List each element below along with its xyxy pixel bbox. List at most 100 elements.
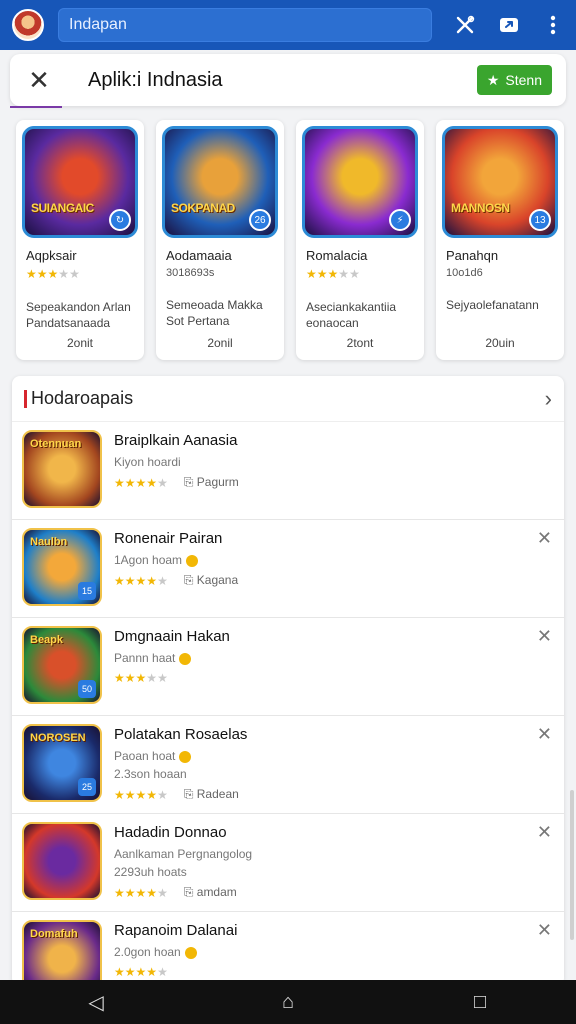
icon-badge: 25 [78, 778, 96, 796]
app-name: Dmgnaain Hakan [114, 628, 230, 645]
app-subtitle: 3018693s [166, 267, 215, 279]
tag-icon: ⎘ [183, 573, 197, 587]
app-list-panel: Hodaroapais › Otennuan Braiplkain Aanasia… [12, 376, 564, 986]
app-subtitle: 10o1d6 [446, 267, 483, 279]
app-meta-label: Pagurm [196, 475, 239, 489]
rating-stars: ★★★★★ [306, 267, 360, 281]
app-description: Sepeakandon Arlan Pandatsanaada [26, 300, 131, 330]
app-subtitle: 1Agon hoam [114, 553, 183, 567]
app-meta-label: amdam [196, 885, 237, 899]
open-button[interactable]: ★ Stenn [476, 65, 552, 95]
app-badge: 26 [249, 209, 271, 231]
app-name: Polatakan Rosaelas [114, 726, 248, 743]
featured-cards: SUIANGAIC ↻ Aqpksair ★★★★★ Sepeakandon Arlan… [16, 120, 564, 360]
app-subtitle: Paoan hoat [114, 749, 176, 763]
featured-card[interactable]: SUIANGAIC ↻ Aqpksair ★★★★★ Sepeakandon Arlan… [16, 120, 144, 360]
dismiss-icon[interactable]: ✕ [537, 528, 552, 549]
featured-card[interactable]: ⚡ Romalacia ★★★★★ Aseciankakantiia eonaocan… [296, 120, 424, 360]
dismiss-icon[interactable]: ✕ [537, 626, 552, 647]
app-artwork[interactable]: MANNOSN 13 [442, 126, 558, 238]
list-item[interactable]: Otennuan Braiplkain Aanasia Kiyon hoardi ★★… [12, 422, 564, 520]
dialog-header: ✕ Aplik:i Indnasia ★ Stenn [10, 54, 566, 108]
app-name: Aqpksair [26, 248, 77, 263]
icon-badge: 50 [78, 680, 96, 698]
artwork-title: SUIANGAIC [31, 201, 94, 215]
app-icon[interactable]: Domafuh [22, 920, 102, 986]
tools-icon[interactable] [454, 14, 476, 36]
app-meta-label: Radean [196, 787, 239, 801]
system-nav-bar: ◁ ⌂ □ [0, 980, 576, 1024]
rating-stars: ★★★★★ [114, 671, 168, 685]
back-icon[interactable]: ◁ [76, 990, 116, 1015]
app-name: Romalacia [306, 248, 368, 263]
more-vert-icon[interactable] [542, 14, 564, 36]
app-name: Aodamaaia [166, 248, 232, 263]
icon-badge: 15 [78, 582, 96, 600]
coin-icon [179, 652, 192, 665]
app-description: Semeoada Makka Sot Pertana [166, 298, 263, 328]
tag-icon: ⎘ [183, 787, 197, 801]
rating-stars: ★★★★★ [26, 267, 80, 281]
star-icon: ★ [486, 71, 500, 88]
tag-icon: ⎘ [183, 885, 197, 899]
app-meta-label: Kagana [196, 573, 239, 587]
open-button-label: Stenn [505, 72, 542, 88]
app-description: Aseciankakantiia eonaocan [306, 300, 397, 330]
app-size: 2onit [66, 336, 94, 350]
app-subtitle: Kiyon hoardi [114, 455, 181, 469]
scrollbar[interactable] [570, 790, 574, 940]
chevron-right-icon[interactable]: › [545, 386, 552, 412]
app-size: 2tont [346, 336, 374, 350]
list-item[interactable]: NOROSEN 25 Polatakan Rosaelas Paoan hoat 2.3… [12, 716, 564, 814]
app-icon[interactable] [22, 822, 102, 900]
app-name: Rapanoim Dalanai [114, 922, 238, 939]
list-header-accent [24, 389, 27, 408]
list-item[interactable]: Hadadin Donnao Aanlkaman Pergnangolog 2293… [12, 814, 564, 912]
icon-caption: Otennuan [30, 438, 82, 450]
avatar[interactable] [12, 9, 44, 41]
share-icon[interactable] [498, 14, 520, 36]
app-icon[interactable]: Naulbn 15 [22, 528, 102, 606]
home-icon[interactable]: ⌂ [268, 991, 308, 1014]
header-accent-line [10, 106, 62, 108]
app-badge: ⚡ [389, 209, 411, 231]
dismiss-icon[interactable]: ✕ [537, 724, 552, 745]
featured-card[interactable]: MANNOSN 13 Panahqn 10o1d6 Sejyaolefanatann 20… [436, 120, 564, 360]
coin-icon [179, 750, 192, 763]
featured-card[interactable]: SOKPANAD 26 Aodamaaia 3018693s Semeoada Makk… [156, 120, 284, 360]
list-item[interactable]: Domafuh Rapanoim Dalanai 2.0gon hoan ★★★★★ ✕ [12, 912, 564, 986]
app-artwork[interactable]: ⚡ [302, 126, 418, 238]
artwork-title: SOKPANAD [171, 201, 235, 215]
app-subtitle: 2.0gon hoan [114, 945, 181, 959]
rating-stars: ★★★★★ [114, 573, 168, 588]
close-icon[interactable]: ✕ [24, 65, 54, 96]
coin-icon [186, 554, 199, 567]
app-badge: ↻ [109, 209, 131, 231]
app-badge: 13 [529, 209, 551, 231]
app-artwork[interactable]: SUIANGAIC ↻ [22, 126, 138, 238]
app-subtitle-2: 2.3son hoaan [114, 767, 187, 781]
app-icon[interactable]: NOROSEN 25 [22, 724, 102, 802]
app-icon[interactable]: Otennuan [22, 430, 102, 508]
app-name: Hadadin Donnao [114, 824, 227, 841]
app-list: Otennuan Braiplkain Aanasia Kiyon hoardi ★★… [12, 422, 564, 986]
search-input[interactable]: Indapan [58, 8, 432, 42]
list-item[interactable]: Naulbn 15 Ronenair Pairan 1Agon hoam ★★★★★ ⎘ … [12, 520, 564, 618]
rating-stars: ★★★★★ [114, 475, 168, 490]
recent-apps-icon[interactable]: □ [460, 991, 500, 1014]
app-artwork[interactable]: SOKPANAD 26 [162, 126, 278, 238]
dismiss-icon[interactable]: ✕ [537, 822, 552, 843]
dialog-title: Aplik:i Indnasia [88, 68, 223, 91]
artwork-title: MANNOSN [451, 201, 510, 215]
tag-icon: ⎘ [183, 475, 197, 489]
list-title: Hodaroapais [31, 388, 134, 408]
dismiss-icon[interactable]: ✕ [537, 920, 552, 941]
list-header[interactable]: Hodaroapais › [12, 376, 564, 422]
rating-stars: ★★★★★ [114, 965, 168, 979]
app-name: Panahqn [446, 248, 499, 263]
list-item[interactable]: Beapk 50 Dmgnaain Hakan Pannn haat ★★★★★ ✕ [12, 618, 564, 716]
app-icon[interactable]: Beapk 50 [22, 626, 102, 704]
app-size: 2onil [207, 336, 233, 350]
rating-stars: ★★★★★ [114, 885, 168, 900]
app-top-bar: Indapan [0, 0, 576, 50]
